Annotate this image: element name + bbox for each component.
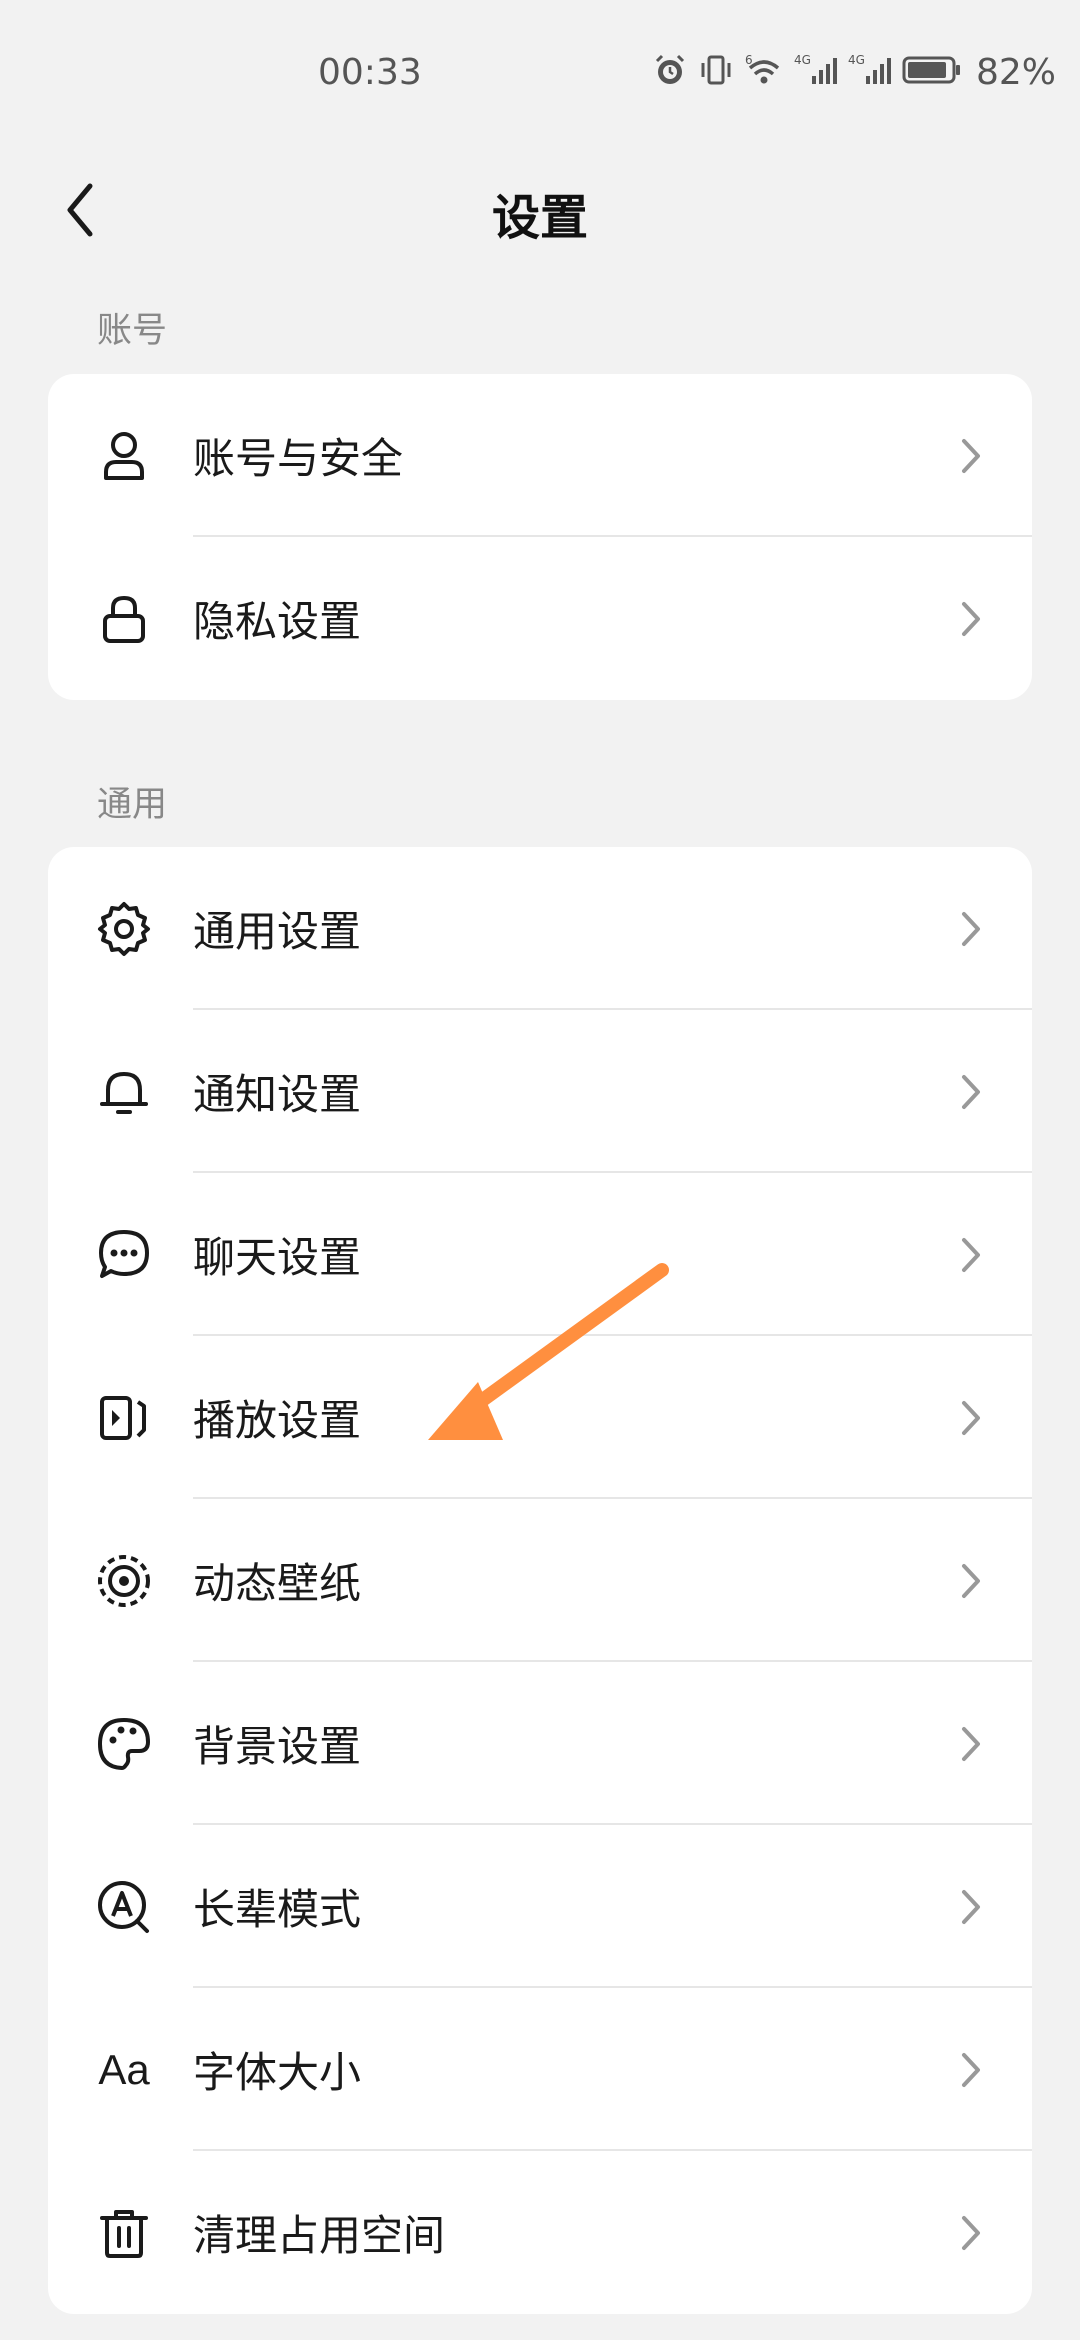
account-card: 账号与安全 隐私设置 bbox=[48, 374, 1032, 700]
row-chat-settings[interactable]: 聊天设置 bbox=[48, 1173, 1032, 1336]
chevron-right-icon bbox=[956, 1724, 986, 1764]
status-icons: 6 4G 4G bbox=[652, 52, 962, 88]
signal-4g-icon: 4G bbox=[794, 53, 837, 84]
row-label: 通知设置 bbox=[193, 1070, 362, 1119]
wifi-icon: 6 bbox=[745, 53, 780, 84]
row-privacy[interactable]: 隐私设置 bbox=[48, 537, 1032, 700]
alarm-icon bbox=[655, 54, 685, 84]
palette-icon bbox=[94, 1714, 154, 1774]
vibrate-icon bbox=[701, 55, 731, 85]
chevron-right-icon bbox=[956, 436, 986, 476]
signal-4g-icon: 4G bbox=[848, 53, 891, 84]
user-icon bbox=[94, 426, 154, 486]
row-live-wallpaper[interactable]: 动态壁纸 bbox=[48, 1499, 1032, 1662]
row-label: 动态壁纸 bbox=[193, 1559, 362, 1608]
row-label: 聊天设置 bbox=[193, 1233, 362, 1282]
elder-mode-icon bbox=[94, 1877, 154, 1937]
row-account-security[interactable]: 账号与安全 bbox=[48, 374, 1032, 537]
row-playback-settings[interactable]: 播放设置 bbox=[48, 1336, 1032, 1499]
chevron-right-icon bbox=[956, 1398, 986, 1438]
lock-icon bbox=[94, 589, 154, 649]
row-clear-storage[interactable]: 清理占用空间 bbox=[48, 2151, 1032, 2314]
status-time: 00:33 bbox=[318, 52, 422, 93]
section-header-general: 通用 bbox=[97, 785, 168, 825]
nav-bar: 设置 bbox=[0, 150, 1080, 270]
row-font-size[interactable]: Aa 字体大小 bbox=[48, 1988, 1032, 2151]
row-background-settings[interactable]: 背景设置 bbox=[48, 1662, 1032, 1825]
chevron-right-icon bbox=[956, 1887, 986, 1927]
page-title: 设置 bbox=[491, 190, 588, 246]
svg-text:4G: 4G bbox=[848, 53, 865, 67]
row-label: 播放设置 bbox=[193, 1396, 362, 1445]
svg-text:4G: 4G bbox=[794, 53, 811, 67]
font-size-icon: Aa bbox=[98, 2045, 150, 2093]
chevron-right-icon bbox=[956, 1561, 986, 1601]
play-screen-icon bbox=[94, 1388, 154, 1448]
gear-icon bbox=[94, 899, 154, 959]
chevron-right-icon bbox=[956, 1235, 986, 1275]
row-label: 账号与安全 bbox=[193, 434, 404, 483]
row-label: 清理占用空间 bbox=[193, 2211, 446, 2260]
chevron-right-icon bbox=[956, 2050, 986, 2090]
row-label: 背景设置 bbox=[193, 1722, 362, 1771]
bell-icon bbox=[94, 1062, 154, 1122]
status-bar: 00:33 6 4G 4G 82% bbox=[0, 0, 1080, 150]
row-label: 通用设置 bbox=[193, 907, 362, 956]
row-label: 字体大小 bbox=[193, 2048, 362, 2097]
row-label: 长辈模式 bbox=[193, 1885, 362, 1934]
row-elder-mode[interactable]: 长辈模式 bbox=[48, 1825, 1032, 1988]
row-general-settings[interactable]: 通用设置 bbox=[48, 847, 1032, 1010]
general-card: 通用设置 通知设置 聊天设置 播放设置 动态壁纸 背景设置 长辈模式 Aa 字体… bbox=[48, 847, 1032, 2314]
chevron-right-icon bbox=[956, 909, 986, 949]
chevron-right-icon bbox=[956, 1072, 986, 1112]
battery-icon bbox=[902, 56, 960, 84]
row-notification-settings[interactable]: 通知设置 bbox=[48, 1010, 1032, 1173]
chat-bubble-icon bbox=[94, 1225, 154, 1285]
trash-icon bbox=[94, 2203, 154, 2263]
row-label: 隐私设置 bbox=[193, 597, 362, 646]
battery-percentage: 82% bbox=[975, 52, 1056, 93]
chevron-right-icon bbox=[956, 2213, 986, 2253]
section-header-account: 账号 bbox=[97, 311, 168, 351]
live-wallpaper-icon bbox=[94, 1551, 154, 1611]
chevron-right-icon bbox=[956, 599, 986, 639]
